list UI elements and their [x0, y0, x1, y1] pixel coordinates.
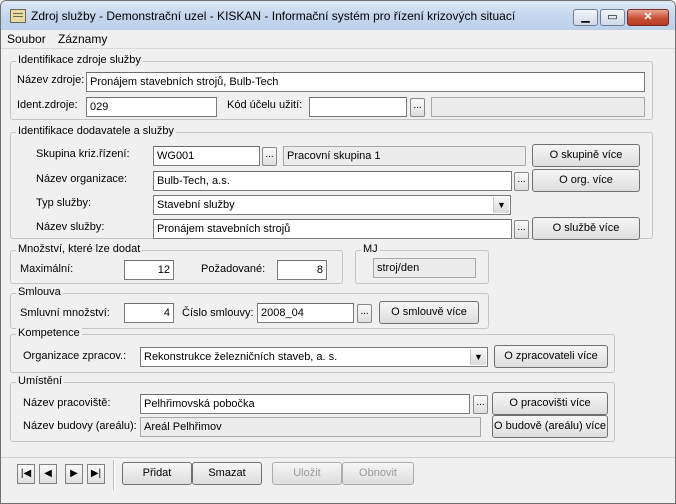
- group-title: MJ: [361, 243, 380, 255]
- mj-value: stroj/den: [373, 258, 476, 278]
- maximize-button[interactable]: ▭: [600, 9, 625, 26]
- kod-ucelu-lookup-button[interactable]: ...: [410, 98, 425, 117]
- chevron-down-icon[interactable]: ▼: [493, 197, 509, 213]
- kod-ucelu-label: Kód účelu užití:: [227, 99, 303, 111]
- group-smlouva: Smlouva Smluvní množství: 4 Číslo smlouv…: [10, 286, 489, 329]
- typ-sluzby-label: Typ služby:: [36, 197, 92, 209]
- add-button[interactable]: Přidat: [122, 462, 192, 485]
- minimize-icon: ▁: [581, 11, 590, 23]
- previous-record-icon[interactable]: ◀: [39, 464, 57, 484]
- o-skupine-vice-button[interactable]: O skupině více: [532, 144, 640, 167]
- maximize-icon: ▭: [607, 11, 618, 23]
- o-smlouve-vice-button[interactable]: O smlouvě více: [379, 301, 479, 324]
- application-window: Zdroj služby - Demonstrační uzel - KISKA…: [0, 0, 676, 504]
- o-budove-vice-button[interactable]: O budově (areálu) více: [492, 415, 608, 438]
- organizace-lookup-button[interactable]: ...: [514, 172, 529, 191]
- skupina-label: Skupina kriz.řízení:: [36, 148, 130, 160]
- typ-sluzby-select[interactable]: Stavební služby ▼: [153, 195, 511, 215]
- maximalni-input[interactable]: 12: [124, 260, 174, 280]
- nazev-sluzby-lookup-button[interactable]: ...: [514, 220, 529, 239]
- nazev-sluzby-label: Název služby:: [36, 221, 105, 233]
- nazev-pracoviste-label: Název pracoviště:: [23, 397, 111, 409]
- nazev-zdroje-label: Název zdroje:: [17, 74, 85, 86]
- record-toolbar: |◀ ◀ ▶ ▶| Přidat Smazat Uložit Obnovit: [1, 457, 675, 503]
- save-button[interactable]: Uložit: [272, 462, 342, 485]
- pozadovane-input[interactable]: 8: [277, 260, 327, 280]
- pozadovane-label: Požadované:: [201, 263, 266, 275]
- close-button[interactable]: ✕: [627, 9, 669, 26]
- cislo-smlouvy-label: Číslo smlouvy:: [182, 307, 254, 319]
- menu-zaznamy[interactable]: Záznamy: [58, 32, 107, 46]
- window-title: Zdroj služby - Demonstrační uzel - KISKA…: [31, 9, 516, 23]
- menu-bar: Soubor Záznamy: [1, 30, 675, 49]
- ident-zdroje-input[interactable]: 029: [86, 97, 217, 117]
- nazev-pracoviste-input[interactable]: Pelhřimovská pobočka: [140, 394, 470, 414]
- title-bar: Zdroj služby - Demonstrační uzel - KISKA…: [1, 1, 675, 30]
- close-icon: ✕: [643, 11, 653, 23]
- nazev-sluzby-input[interactable]: Pronájem stavebních strojů: [153, 219, 512, 239]
- last-record-icon[interactable]: ▶|: [87, 464, 105, 484]
- cislo-smlouvy-input[interactable]: 2008_04: [257, 303, 354, 323]
- group-title: Smlouva: [16, 286, 63, 298]
- skupina-lookup-button[interactable]: ...: [262, 147, 277, 166]
- nazev-budovy-value: Areál Pelhřimov: [140, 417, 481, 437]
- smluvni-mnozstvi-label: Smluvní množství:: [20, 307, 110, 319]
- organizace-zpracov-label: Organizace zpracov.:: [23, 350, 127, 362]
- group-dodavatel: Identifikace dodavatele a služby Skupina…: [10, 125, 653, 240]
- first-record-icon[interactable]: |◀: [17, 464, 35, 484]
- typ-sluzby-value: Stavební služby: [157, 199, 235, 211]
- maximalni-label: Maximální:: [20, 263, 74, 275]
- group-title: Kompetence: [16, 327, 82, 339]
- organizace-label: Název organizace:: [36, 173, 128, 185]
- nazev-budovy-label: Název budovy (areálu):: [23, 420, 137, 432]
- o-zpracovateli-vice-button[interactable]: O zpracovateli více: [494, 345, 608, 368]
- skupina-input[interactable]: WG001: [153, 146, 260, 166]
- next-record-icon[interactable]: ▶: [65, 464, 83, 484]
- nazev-pracoviste-lookup-button[interactable]: ...: [473, 395, 488, 414]
- form-area: Identifikace zdroje služby Název zdroje:…: [1, 49, 675, 457]
- menu-soubor[interactable]: Soubor: [7, 32, 46, 46]
- nazev-zdroje-input[interactable]: Pronájem stavebních strojů, Bulb-Tech: [86, 72, 645, 92]
- organizace-zpracov-select[interactable]: Rekonstrukce železničních staveb, a. s. …: [140, 347, 488, 367]
- revert-button[interactable]: Obnovit: [342, 462, 414, 485]
- kod-ucelu-input[interactable]: [309, 97, 407, 117]
- kod-ucelu-description: [431, 97, 645, 117]
- group-umisteni: Umístění Název pracoviště: Pelhřimovská …: [10, 375, 615, 442]
- group-title: Umístění: [16, 375, 65, 387]
- group-mj: MJ stroj/den: [355, 243, 489, 284]
- group-identifikace-zdroje: Identifikace zdroje služby Název zdroje:…: [10, 54, 653, 120]
- chevron-down-icon[interactable]: ▼: [470, 349, 486, 365]
- ident-zdroje-label: Ident.zdroje:: [17, 99, 78, 111]
- group-kompetence: Kompetence Organizace zpracov.: Rekonstr…: [10, 327, 615, 373]
- group-mnozstvi: Množství, které lze dodat Maximální: 12 …: [10, 243, 343, 284]
- cislo-smlouvy-lookup-button[interactable]: ...: [357, 304, 372, 323]
- group-title: Identifikace zdroje služby: [16, 54, 143, 66]
- smluvni-mnozstvi-input[interactable]: 4: [124, 303, 174, 323]
- organizace-input[interactable]: Bulb-Tech, a.s.: [153, 171, 512, 191]
- skupina-description: Pracovní skupina 1: [283, 146, 526, 166]
- group-title: Identifikace dodavatele a služby: [16, 125, 176, 137]
- delete-button[interactable]: Smazat: [192, 462, 262, 485]
- o-sluzbe-vice-button[interactable]: O službě více: [532, 217, 640, 240]
- organizace-zpracov-value: Rekonstrukce železničních staveb, a. s.: [144, 351, 338, 363]
- toolbar-separator: [113, 460, 114, 490]
- group-title: Množství, které lze dodat: [16, 243, 143, 255]
- app-icon: [10, 9, 26, 23]
- o-pracovisti-vice-button[interactable]: O pracovišti více: [492, 392, 608, 415]
- o-org-vice-button[interactable]: O org. více: [532, 169, 640, 192]
- minimize-button[interactable]: ▁: [573, 9, 598, 26]
